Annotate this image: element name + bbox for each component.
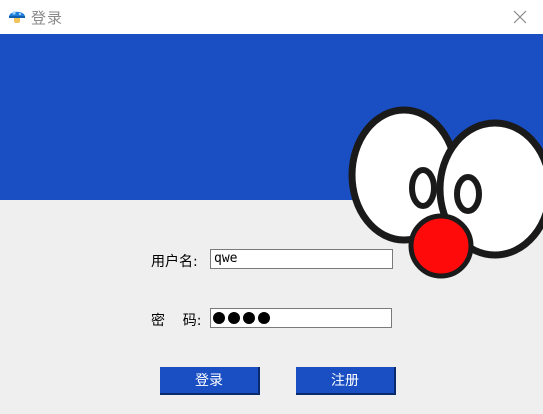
password-mask-dot	[213, 312, 225, 324]
close-button[interactable]	[497, 0, 543, 34]
username-input[interactable]	[210, 249, 393, 269]
window-title: 登录	[31, 9, 64, 27]
password-mask-dot	[243, 312, 255, 324]
password-input[interactable]	[210, 308, 392, 328]
password-mask-dot	[258, 312, 270, 324]
register-button[interactable]: 注册	[296, 367, 396, 395]
password-label: 密 码:	[151, 313, 202, 329]
login-button[interactable]: 登录	[160, 367, 260, 395]
close-icon	[513, 10, 527, 24]
header-banner	[0, 34, 543, 200]
username-label: 用户名:	[151, 254, 198, 270]
password-mask-dot	[228, 312, 240, 324]
title-bar: 登录	[0, 0, 543, 34]
mushroom-icon	[9, 11, 25, 23]
